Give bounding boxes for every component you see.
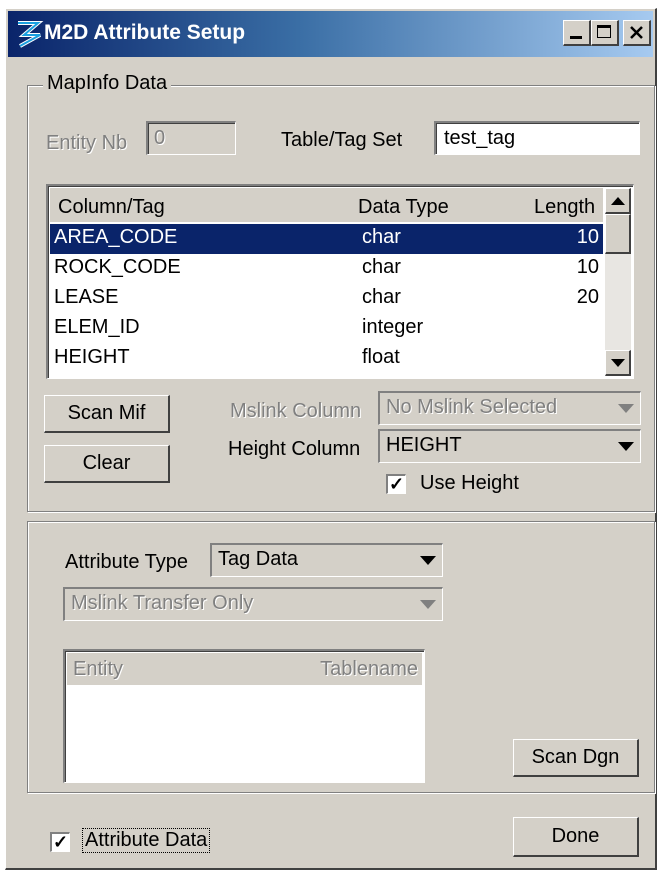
dialog-window: M2D Attribute Setup MapInfo Data Entity … [5,8,657,870]
done-button[interactable]: Done [513,817,639,857]
attribute-type-select[interactable]: Tag Data [210,543,443,577]
chevron-down-icon[interactable] [414,545,442,576]
arrow-down-icon [610,358,625,367]
entity-table-list[interactable]: Entity Tablename [63,649,425,783]
app-logo-icon [18,21,44,48]
maximize-icon [597,25,611,38]
table-row[interactable]: ELEM_ID integer [50,314,603,344]
mslink-column-select: No Mslink Selected [378,391,641,425]
mslink-column-label: Mslink Column [230,400,362,422]
chevron-down-icon [612,393,640,424]
list-header: Column/Tag Data Type Length [50,188,603,222]
attribute-data-checkbox[interactable]: ✓ [50,832,70,852]
entity-nb-field: 0 [146,121,236,155]
scan-mif-button[interactable]: Scan Mif [44,395,170,433]
chevron-down-icon[interactable] [612,431,640,462]
attribute-type-label: Attribute Type [65,551,189,573]
entity-list-header: Entity Tablename [67,653,422,685]
scan-dgn-button[interactable]: Scan Dgn [513,739,639,777]
header-entity: Entity [73,658,124,680]
table-tag-label: Table/Tag Set [281,129,403,151]
maximize-button[interactable] [591,20,619,46]
close-icon [630,26,643,39]
attribute-data-label[interactable]: Attribute Data [82,828,211,853]
arrow-up-icon [610,196,625,205]
scroll-up-button[interactable] [605,188,631,214]
close-button[interactable] [623,20,651,46]
header-length[interactable]: Length [534,196,595,219]
minimize-icon [570,36,582,39]
minimize-button[interactable] [563,20,591,46]
table-row[interactable]: ROCK_CODE char 10 [50,254,603,284]
mapinfo-group-label: MapInfo Data [43,72,172,95]
use-height-checkbox[interactable]: ✓ [386,474,406,494]
table-tag-input[interactable]: test_tag [434,121,640,155]
header-data-type[interactable]: Data Type [358,196,449,219]
column-tag-list[interactable]: Column/Tag Data Type Length AREA_CODE ch… [46,184,634,379]
clear-button[interactable]: Clear [44,445,170,483]
title-bar[interactable]: M2D Attribute Setup [8,11,653,57]
height-column-select[interactable]: HEIGHT [378,429,641,463]
window-title: M2D Attribute Setup [44,21,246,44]
header-column-tag[interactable]: Column/Tag [58,196,165,219]
table-row[interactable]: HEIGHT float [50,344,603,374]
scroll-thumb[interactable] [605,214,631,254]
scroll-down-button[interactable] [605,350,631,376]
chevron-down-icon [414,589,442,620]
entity-nb-label: Entity Nb [46,132,128,154]
use-height-label[interactable]: Use Height [420,472,519,495]
transfer-select: Mslink Transfer Only [63,587,443,621]
table-row[interactable]: LEASE char 20 [50,284,603,314]
table-row[interactable]: AREA_CODE char 10 [50,224,603,254]
height-column-label: Height Column [228,438,361,460]
header-tablename: Tablename [320,658,418,680]
list-scrollbar[interactable] [605,188,631,376]
